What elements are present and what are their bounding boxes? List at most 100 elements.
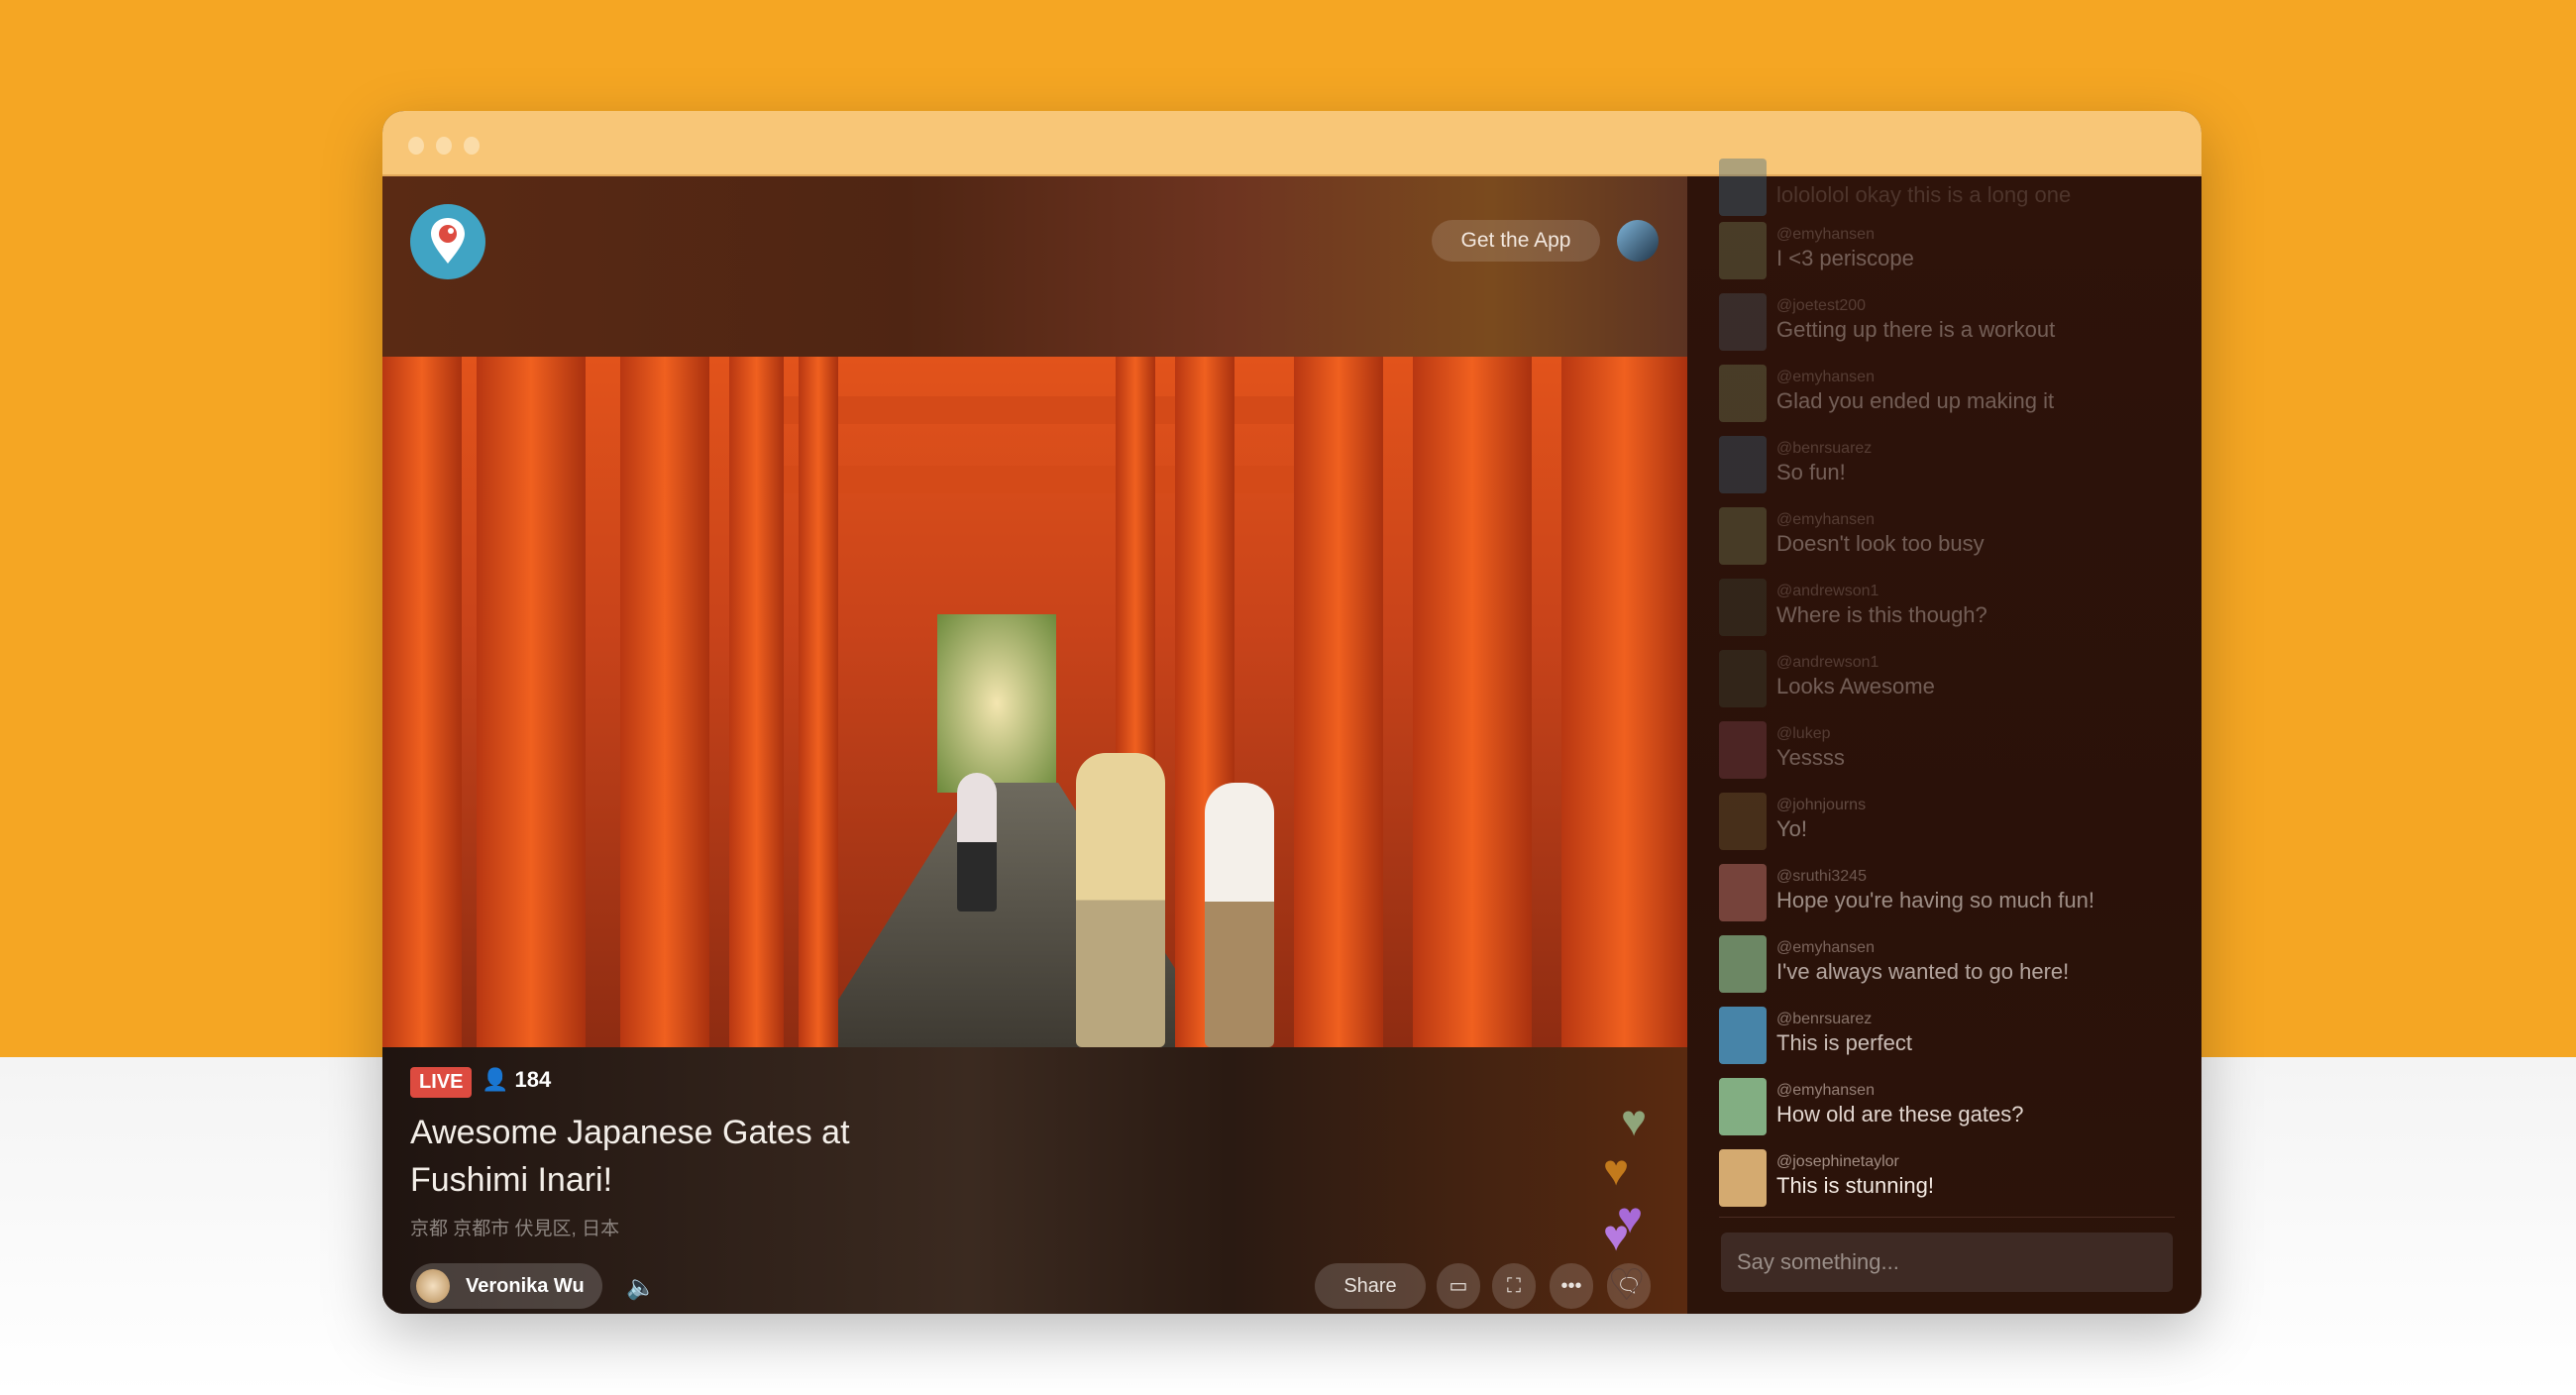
chat-message: @johnjourns Yo! xyxy=(1719,791,2185,854)
broadcast-title: Awesome Japanese Gates at Fushimi Inari! xyxy=(410,1109,965,1204)
torii-pillar xyxy=(620,357,709,1047)
heart-icon: ♥ xyxy=(1603,1212,1630,1260)
chat-message: @joetest200 Getting up there is a workout xyxy=(1719,291,2185,355)
chat-username[interactable]: @emyhansen xyxy=(1776,369,1875,386)
chat-message: @emyhansen Glad you ended up making it xyxy=(1719,363,2185,426)
chat-username[interactable]: @josephinetaylor xyxy=(1776,1153,1899,1171)
heart-outline-icon[interactable]: ♡ xyxy=(1607,1264,1646,1308)
chat-username[interactable]: @joetest200 xyxy=(1776,297,1866,315)
chat-message: @emyhansen How old are these gates? xyxy=(1719,1076,2185,1139)
torii-pillar xyxy=(477,357,586,1047)
share-button[interactable]: Share xyxy=(1315,1263,1426,1309)
chat-message: @lukep Yessss xyxy=(1719,719,2185,783)
fullscreen-button[interactable]: ⛶ xyxy=(1492,1263,1536,1309)
get-the-app-button[interactable]: Get the App xyxy=(1432,220,1600,262)
chat-username[interactable]: @emyhansen xyxy=(1776,939,1875,957)
chat-avatar[interactable] xyxy=(1719,436,1767,493)
chat-input[interactable] xyxy=(1721,1233,2173,1292)
chat-avatar[interactable] xyxy=(1719,507,1767,565)
chat-message: @emyhansen I <3 periscope xyxy=(1719,220,2185,283)
chat-avatar[interactable] xyxy=(1719,935,1767,993)
chat-avatar[interactable] xyxy=(1719,864,1767,921)
chat-avatar[interactable] xyxy=(1719,293,1767,351)
chat-avatar[interactable] xyxy=(1719,222,1767,279)
chat-username[interactable]: @benrsuarez xyxy=(1776,440,1872,458)
chat-username[interactable]: @andrewson1 xyxy=(1776,654,1878,672)
chat-avatar[interactable] xyxy=(1719,1078,1767,1135)
torii-pillar xyxy=(1561,357,1687,1047)
chat-username[interactable]: @emyhansen xyxy=(1776,226,1875,244)
chat-message-text: Doesn't look too busy xyxy=(1776,531,1985,556)
chat-username[interactable]: @benrsuarez xyxy=(1776,1011,1872,1028)
chat-avatar[interactable] xyxy=(1719,1007,1767,1064)
viewer-count: 👤 184 xyxy=(482,1067,551,1093)
chat-message: @emyhansen Doesn't look too busy xyxy=(1719,505,2185,569)
chat-message-text: I <3 periscope xyxy=(1776,246,1914,270)
chat-panel: lolololol okay this is a long one @emyha… xyxy=(1687,159,2201,1314)
chat-message-text: Where is this though? xyxy=(1776,602,1987,627)
ellipsis-icon: ••• xyxy=(1560,1275,1582,1297)
chat-avatar[interactable] xyxy=(1719,793,1767,850)
chat-username[interactable]: @emyhansen xyxy=(1776,1082,1875,1100)
more-options-button[interactable]: ••• xyxy=(1550,1263,1593,1309)
chat-username[interactable]: @lukep xyxy=(1776,725,1831,743)
torii-pillar xyxy=(382,357,462,1047)
volume-icon[interactable]: 🔈 xyxy=(626,1273,656,1302)
chat-username[interactable]: @johnjourns xyxy=(1776,797,1866,814)
heart-icon: ♥ xyxy=(1621,1097,1648,1145)
broadcast-title-line: Fushimi Inari! xyxy=(410,1161,613,1199)
host-profile-button[interactable]: Veronika Wu xyxy=(410,1263,602,1309)
chat-message-text: Yo! xyxy=(1776,816,1808,841)
chat-message-text: Yessss xyxy=(1776,745,1845,770)
broadcast-location: 京都 京都市 伏見区, 日本 xyxy=(410,1219,620,1239)
person xyxy=(1076,753,1165,1047)
host-avatar xyxy=(416,1269,450,1303)
host-name: Veronika Wu xyxy=(466,1275,585,1297)
chat-username[interactable]: @emyhansen xyxy=(1776,511,1875,529)
chat-message: @andrewson1 Looks Awesome xyxy=(1719,648,2185,711)
torii-pillar xyxy=(799,357,838,1047)
chat-avatar[interactable] xyxy=(1719,721,1767,779)
torii-pillar xyxy=(1294,357,1383,1047)
chat-message: @josephinetaylor This is stunning! xyxy=(1719,1147,2185,1211)
video-frame xyxy=(382,357,1687,1047)
fullscreen-icon: ⛶ xyxy=(1507,1275,1521,1297)
maximize-window-button[interactable] xyxy=(464,137,480,155)
chat-username[interactable]: @andrewson1 xyxy=(1776,583,1878,600)
chat-message-text: This is perfect xyxy=(1776,1030,1912,1055)
chat-avatar[interactable] xyxy=(1719,1149,1767,1207)
chat-avatar[interactable] xyxy=(1719,365,1767,422)
chat-divider xyxy=(1719,1217,2175,1218)
minimize-window-button[interactable] xyxy=(436,137,452,155)
chat-avatar[interactable] xyxy=(1719,650,1767,707)
live-badge: LIVE xyxy=(410,1067,473,1098)
chat-message-text: Looks Awesome xyxy=(1776,674,1935,698)
close-window-button[interactable] xyxy=(408,137,424,155)
periscope-logo-icon[interactable] xyxy=(410,204,485,279)
chat-username[interactable]: @sruthi3245 xyxy=(1776,868,1867,886)
video-player[interactable]: Get the App LIVE 👤 184 Awesome Japanese … xyxy=(382,176,1687,1314)
chat-message: @emyhansen I've always wanted to go here! xyxy=(1719,933,2185,997)
viewer-count-value: 184 xyxy=(514,1067,552,1092)
chat-message-text: lolololol okay this is a long one xyxy=(1776,182,2072,207)
user-avatar[interactable] xyxy=(1617,220,1659,262)
chat-message: @andrewson1 Where is this though? xyxy=(1719,577,2185,640)
chat-message-text: Glad you ended up making it xyxy=(1776,388,2055,413)
broadcast-info-bar: LIVE 👤 184 Awesome Japanese Gates at Fus… xyxy=(382,1047,1687,1314)
chat-message-partial: lolololol okay this is a long one xyxy=(1719,157,2185,220)
theater-mode-button[interactable]: ▭ xyxy=(1437,1263,1480,1309)
person xyxy=(1205,783,1274,1047)
torii-pillar xyxy=(1413,357,1532,1047)
torii-pillar xyxy=(729,357,784,1047)
chat-message-text: How old are these gates? xyxy=(1776,1102,2024,1127)
video-header: Get the App xyxy=(382,176,1687,357)
chat-avatar xyxy=(1719,159,1767,216)
tunnel-light xyxy=(937,614,1056,793)
chat-message-text: So fun! xyxy=(1776,460,1846,484)
chat-message-text: Hope you're having so much fun! xyxy=(1776,888,2094,912)
person-icon: 👤 xyxy=(482,1067,509,1092)
chat-avatar[interactable] xyxy=(1719,579,1767,636)
chat-message: @benrsuarez So fun! xyxy=(1719,434,2185,497)
broadcast-title-line: Awesome Japanese Gates at xyxy=(410,1114,850,1151)
chat-message: @sruthi3245 Hope you're having so much fu… xyxy=(1719,862,2185,925)
